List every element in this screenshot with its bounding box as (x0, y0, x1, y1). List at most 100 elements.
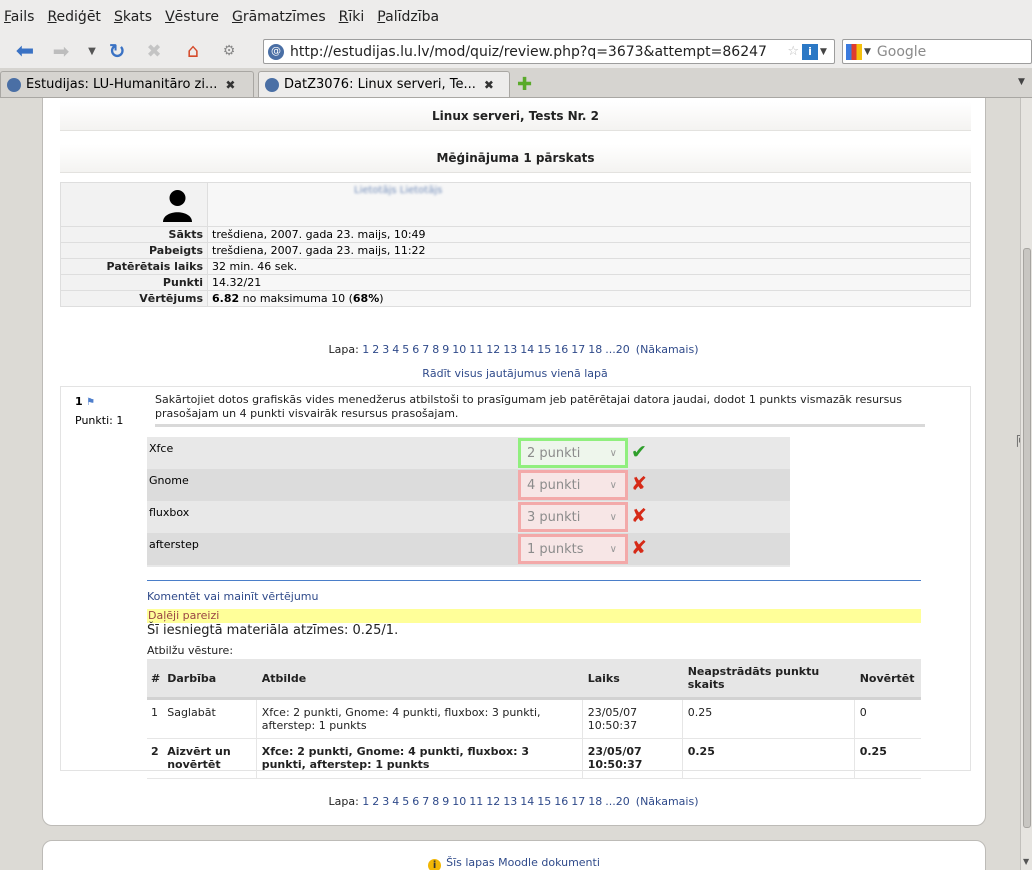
page-link-6[interactable]: 6 (412, 343, 419, 356)
menu-view[interactable]: Skats (114, 9, 152, 25)
grade-text: no maksimuma 10 ( (242, 292, 353, 305)
home-icon[interactable]: ⌂ (180, 40, 206, 62)
page-link-1[interactable]: 1 (362, 343, 369, 356)
page-link-2[interactable]: 2 (372, 343, 379, 356)
page-link-6[interactable]: 6 (412, 795, 419, 808)
page-link-8[interactable]: 8 (432, 795, 439, 808)
history-cell: 0.25 (853, 738, 921, 779)
next-page-link[interactable]: (Nākamais) (636, 343, 699, 356)
page-link-2[interactable]: 2 (372, 795, 379, 808)
tab-estudijas[interactable]: Estudijas: LU-Humanitāro zi... ✖ (0, 71, 254, 97)
comment-or-override-link[interactable]: Komentēt vai mainīt vērtējumu (147, 590, 319, 603)
answer-select[interactable]: 2 punkti ∨ (518, 438, 628, 468)
question-points: Punkti: 1 (75, 414, 124, 427)
bookmark-star-icon[interactable]: ☆ (787, 44, 799, 59)
vertical-scrollbar[interactable]: ▼ (1020, 98, 1032, 870)
menu-file[interactable]: Fails (4, 9, 34, 25)
extension-icon[interactable]: ⚙ (218, 40, 240, 62)
attempt-summary-table: Lietotājs Lietotājs Sākts trešdiena, 200… (60, 182, 971, 307)
page-link-18[interactable]: 18 (588, 795, 602, 808)
page-link-9[interactable]: 9 (442, 795, 449, 808)
page-link-15[interactable]: 15 (537, 795, 551, 808)
search-engine-icon[interactable] (846, 43, 862, 60)
flag-icon[interactable]: ⚑ (86, 397, 95, 408)
menu-bar: Fails Rediģēt Skats Vēsture Grāmatzīmes … (0, 0, 1032, 34)
page-link-5[interactable]: 5 (402, 343, 409, 356)
page-link-12[interactable]: 12 (486, 343, 500, 356)
page-link-8[interactable]: 8 (432, 343, 439, 356)
search-bar[interactable]: ▼ Google (842, 39, 1032, 64)
summary-value: 14.32/21 (207, 275, 970, 290)
show-all-questions-link[interactable]: Rādīt visus jautājumus vienā lapā (422, 367, 608, 380)
tab-list-dropdown-icon[interactable]: ▼ (1018, 77, 1025, 87)
page-link-3[interactable]: 3 (382, 343, 389, 356)
user-name-link[interactable]: Lietotājs Lietotājs (354, 183, 442, 198)
page-link-10[interactable]: 10 (452, 795, 466, 808)
page-link-17[interactable]: 17 (571, 795, 585, 808)
menu-bookmarks[interactable]: Grāmatzīmes (232, 9, 326, 25)
next-page-link[interactable]: (Nākamais) (636, 795, 699, 808)
search-placeholder[interactable]: Google (877, 44, 926, 60)
page-link-10[interactable]: 10 (452, 343, 466, 356)
close-tab-icon[interactable]: ✖ (225, 78, 235, 92)
answer-select[interactable]: 4 punkti ∨ (518, 470, 628, 500)
page-link-13[interactable]: 13 (503, 795, 517, 808)
answer-select[interactable]: 1 punkts ∨ (518, 534, 628, 564)
history-dropdown-icon[interactable]: ▼ (84, 40, 100, 62)
scrollbar-thumb[interactable] (1023, 248, 1031, 828)
question-info: 1 ⚑ Punkti: 1 (75, 395, 123, 427)
info-icon[interactable]: i (802, 43, 818, 60)
url-text[interactable]: http://estudijas.lu.lv/mod/quiz/review.p… (290, 44, 787, 60)
chevron-down-icon: ∨ (609, 512, 617, 523)
menu-edit[interactable]: Rediģēt (47, 9, 101, 25)
page-link-19[interactable]: ...20 (605, 795, 630, 808)
close-tab-icon[interactable]: ✖ (484, 78, 494, 92)
user-avatar-icon[interactable] (160, 187, 195, 222)
menu-tools[interactable]: Rīki (339, 9, 365, 25)
page-link-14[interactable]: 14 (520, 343, 534, 356)
question-number: 1 (75, 395, 83, 408)
address-bar[interactable]: @ http://estudijas.lu.lv/mod/quiz/review… (263, 39, 835, 64)
page-link-12[interactable]: 12 (486, 795, 500, 808)
navigation-toolbar: ⬅ ➡ ▼ ↻ ✖ ⌂ ⚙ @ http://estudijas.lu.lv/m… (0, 34, 1032, 68)
page-link-1[interactable]: 1 (362, 795, 369, 808)
history-cell: 2 (147, 738, 163, 779)
menu-history[interactable]: Vēsture (165, 9, 219, 25)
page-link-3[interactable]: 3 (382, 795, 389, 808)
page-link-19[interactable]: ...20 (605, 343, 630, 356)
reload-icon[interactable]: ↻ (104, 39, 130, 63)
page-link-17[interactable]: 17 (571, 343, 585, 356)
new-tab-icon[interactable]: ✚ (517, 74, 532, 95)
menu-help[interactable]: Palīdzība (377, 9, 439, 25)
stop-icon[interactable]: ✖ (141, 40, 167, 62)
page-link-13[interactable]: 13 (503, 343, 517, 356)
paging-label: Lapa: (328, 343, 363, 356)
page-link-11[interactable]: 11 (469, 795, 483, 808)
page-link-4[interactable]: 4 (392, 795, 399, 808)
page-link-14[interactable]: 14 (520, 795, 534, 808)
page-link-7[interactable]: 7 (422, 795, 429, 808)
page-link-7[interactable]: 7 (422, 343, 429, 356)
answer-select[interactable]: 3 punkti ∨ (518, 502, 628, 532)
back-icon[interactable]: ⬅ (8, 39, 42, 64)
page-link-9[interactable]: 9 (442, 343, 449, 356)
page-link-4[interactable]: 4 (392, 343, 399, 356)
summary-label: Vērtējums (139, 292, 203, 305)
page-link-16[interactable]: 16 (554, 343, 568, 356)
summary-row: Patērētais laiks 32 min. 46 sek. (61, 258, 970, 274)
page-link-16[interactable]: 16 (554, 795, 568, 808)
page-link-11[interactable]: 11 (469, 343, 483, 356)
response-history-table: # Darbība Atbilde Laiks Neapstrādāts pun… (147, 659, 921, 779)
footer-docs-box: i Šīs lapas Moodle dokumenti (42, 840, 986, 870)
page-link-18[interactable]: 18 (588, 343, 602, 356)
info-icon: i (428, 859, 442, 870)
url-dropdown-icon[interactable]: ▼ (820, 47, 834, 57)
tab-datz3076[interactable]: DatZ3076: Linux serveri, Te... ✖ (258, 71, 510, 97)
page-link-5[interactable]: 5 (402, 795, 409, 808)
search-engine-dropdown-icon[interactable]: ▼ (864, 47, 871, 57)
page-link-15[interactable]: 15 (537, 343, 551, 356)
moodle-docs-link[interactable]: Šīs lapas Moodle dokumenti (446, 856, 600, 869)
forward-icon[interactable]: ➡ (48, 39, 74, 63)
paging-bar-bottom: Lapa: 1 2 3 4 5 6 7 8 9 10 11 12 13 14 15 16 17 18 ...20 (N… (43, 795, 987, 808)
scroll-down-arrow-icon[interactable]: ▼ (1023, 857, 1029, 866)
